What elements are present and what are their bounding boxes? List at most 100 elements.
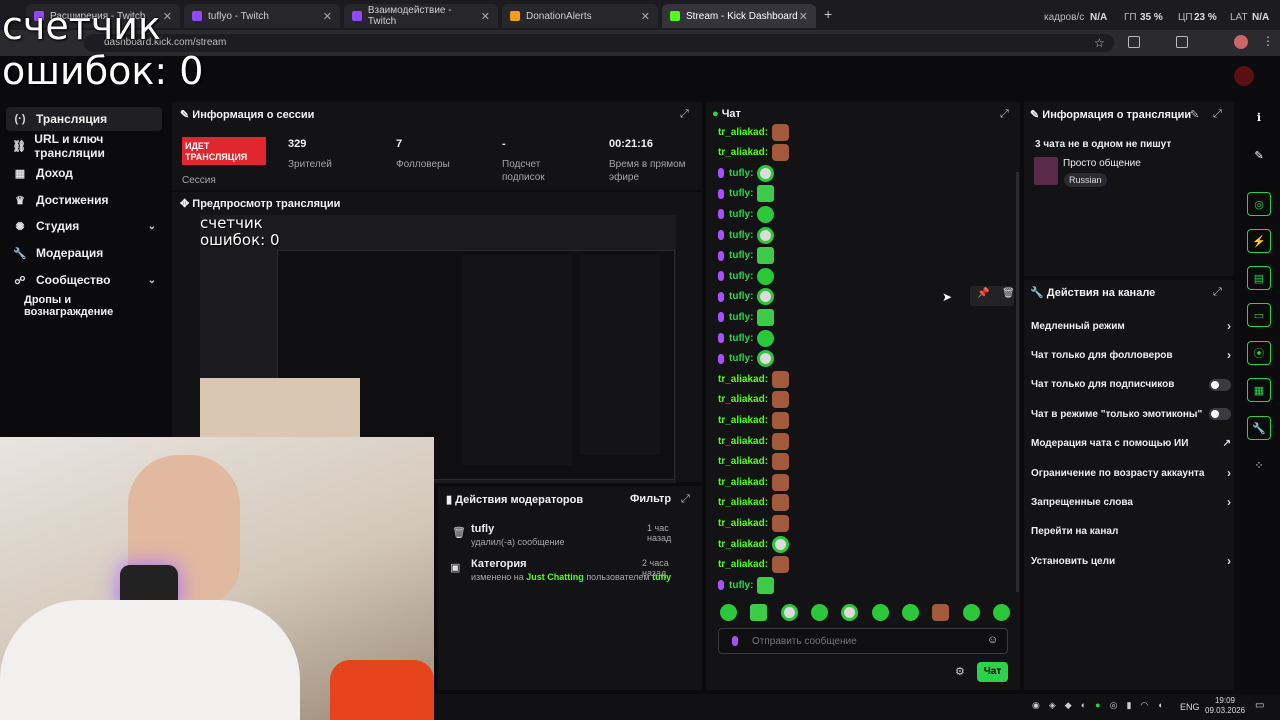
chat-username[interactable]: tr_aliakad: <box>718 518 768 529</box>
chat-message[interactable]: tufly: <box>718 308 775 326</box>
sidebar-item-studio[interactable]: ✺ Студия ⌄ <box>6 214 162 238</box>
emote-icon[interactable] <box>871 604 889 621</box>
expand-icon[interactable]: ⤢ <box>1213 108 1222 121</box>
broadcast-icon[interactable]: ⦿ <box>1247 341 1271 365</box>
chat-message[interactable]: tr_aliakad: <box>718 411 790 429</box>
close-icon[interactable]: ✕ <box>799 10 808 23</box>
tray-icon[interactable]: ◎ <box>1110 700 1118 712</box>
chat-message[interactable]: tufly: <box>718 267 775 285</box>
chat-message[interactable]: tr_aliakad: <box>718 370 790 388</box>
gear-icon[interactable]: ⚙ <box>955 665 965 678</box>
apps-icon[interactable]: ⁘ <box>1247 453 1271 477</box>
sidebar-item-achievements[interactable]: ♛ Достижения <box>6 188 162 212</box>
chat-message[interactable]: tr_aliakad: <box>718 556 790 574</box>
chat-username[interactable]: tr_aliakad: <box>718 127 768 138</box>
close-icon[interactable]: ✕ <box>323 10 332 23</box>
chat-message[interactable]: tr_aliakad: <box>718 473 790 491</box>
close-icon[interactable]: ✕ <box>481 10 490 23</box>
expand-icon[interactable]: ⤢ <box>1213 286 1222 299</box>
emoji-icon[interactable]: ☺ <box>987 634 998 646</box>
pin-icon[interactable]: 📌 <box>977 288 989 299</box>
expand-icon[interactable]: ⤢ <box>1000 108 1009 121</box>
filter-button[interactable]: Фильтр <box>630 493 671 505</box>
chat-username[interactable]: tr_aliakad: <box>718 394 768 405</box>
chat-username[interactable]: tufly: <box>729 291 753 302</box>
emote-icon[interactable] <box>841 604 859 621</box>
close-icon[interactable]: ✕ <box>641 10 650 23</box>
chat-message[interactable]: tufly: <box>718 350 775 368</box>
emote-icon[interactable] <box>780 604 798 621</box>
tray-icon[interactable]: ● <box>1095 700 1100 712</box>
chat-username[interactable]: tr_aliakad: <box>718 147 768 158</box>
chat-username[interactable]: tufly: <box>729 230 753 241</box>
volume-icon[interactable]: ◖ <box>1157 700 1162 712</box>
user-avatar[interactable] <box>1234 66 1254 86</box>
mic-tray-icon[interactable]: ▮ <box>1126 700 1131 712</box>
tab-kick-dashboard[interactable]: Stream - Kick Dashboard ✕ <box>662 4 816 28</box>
channel-action-item[interactable]: Установить цели › <box>1031 551 1231 571</box>
document-icon[interactable]: ▤ <box>1247 266 1271 290</box>
channel-action-item[interactable]: Модерация чата с помощью ИИ ↗ <box>1031 434 1231 454</box>
expand-icon[interactable]: ⤢ <box>680 108 689 121</box>
emote-icon[interactable] <box>750 604 768 621</box>
extension-icon[interactable] <box>1128 36 1140 48</box>
sidebar-item-broadcast[interactable]: (·) Трансляция <box>6 107 162 131</box>
url-field[interactable]: dashboard.kick.com/stream <box>84 34 1114 52</box>
clock[interactable]: 19:09 09.03.2026 <box>1205 696 1245 717</box>
chat-message[interactable]: tr_aliakad: <box>718 453 790 471</box>
channel-action-item[interactable]: Перейти на канал <box>1031 522 1231 542</box>
chat-username[interactable]: tr_aliakad: <box>718 456 768 467</box>
chat-message-input[interactable] <box>752 633 972 649</box>
chat-username[interactable]: tufly: <box>729 188 753 199</box>
focus-icon[interactable]: ◎ <box>1247 192 1271 216</box>
menu-icon[interactable]: ⋮ <box>1262 34 1274 48</box>
chat-username[interactable]: tufly: <box>729 312 753 323</box>
chat-message[interactable]: tr_aliakad: <box>718 123 790 141</box>
sidebar-item-drops[interactable]: Дропы и вознаграждение <box>6 294 162 318</box>
chat-username[interactable]: tr_aliakad: <box>718 559 768 570</box>
chat-username[interactable]: tufly: <box>729 271 753 282</box>
chat-message[interactable]: tufly: <box>718 164 775 182</box>
chat-bubble-icon[interactable]: ▭ <box>1247 303 1271 327</box>
delete-icon[interactable]: 🗑 <box>1002 288 1015 299</box>
channel-action-item[interactable]: Чат в режиме "только эмотиконы" <box>1031 404 1231 424</box>
emote-icon[interactable] <box>720 604 737 621</box>
chat-message[interactable]: tufly: <box>718 185 775 203</box>
language-indicator[interactable]: ENG <box>1180 702 1200 712</box>
wrench-icon[interactable]: 🔧 <box>1247 416 1271 440</box>
chat-username[interactable]: tr_aliakad: <box>718 436 768 447</box>
chat-message[interactable]: tr_aliakad: <box>718 514 790 532</box>
tab-interactions[interactable]: Взаимодействие - Twitch ✕ <box>344 4 498 28</box>
chat-message[interactable]: tufly: <box>718 205 775 223</box>
chat-message[interactable]: tr_aliakad: <box>718 535 790 553</box>
layout-icon[interactable]: ▦ <box>1247 378 1271 402</box>
chat-username[interactable]: tr_aliakad: <box>718 539 768 550</box>
emote-icon[interactable] <box>962 604 980 621</box>
chat-username[interactable]: tufly: <box>729 168 753 179</box>
emote-icon[interactable] <box>932 604 950 621</box>
tray-icon[interactable]: ◉ <box>1032 700 1040 712</box>
chat-message[interactable]: tr_aliakad: <box>718 432 790 450</box>
channel-action-item[interactable]: Ограничение по возрасту аккаунта › <box>1031 463 1231 483</box>
emote-icon[interactable] <box>992 604 1010 621</box>
lightning-icon[interactable]: ⚡ <box>1247 229 1271 253</box>
chat-username[interactable]: tr_aliakad: <box>718 477 768 488</box>
channel-action-item[interactable]: Чат только для фолловеров › <box>1031 345 1231 365</box>
channel-action-item[interactable]: Чат только для подписчиков <box>1031 375 1231 395</box>
emote-icon[interactable] <box>901 604 919 621</box>
sidebar-item-community[interactable]: ☍ Сообщество ⌄ <box>6 268 162 292</box>
chat-username[interactable]: tufly: <box>729 580 753 591</box>
chat-username[interactable]: tr_aliakad: <box>718 415 768 426</box>
puzzle-icon[interactable] <box>1176 36 1188 48</box>
profile-avatar[interactable] <box>1234 35 1248 49</box>
tray-icon[interactable]: ◈ <box>1049 700 1056 712</box>
chat-username[interactable]: tufly: <box>729 353 753 364</box>
chat-message[interactable]: tr_aliakad: <box>718 144 790 162</box>
emote-icon[interactable] <box>810 604 828 621</box>
chat-message[interactable]: tufly: <box>718 576 775 594</box>
chat-username[interactable]: tufly: <box>729 209 753 220</box>
notification-icon[interactable]: ▭ <box>1255 700 1264 711</box>
tab-tuflyo[interactable]: tuflyo - Twitch ✕ <box>184 4 340 28</box>
sidebar-item-moderation[interactable]: 🔧 Модерация <box>6 241 162 265</box>
chat-scrollbar[interactable] <box>1016 172 1019 592</box>
